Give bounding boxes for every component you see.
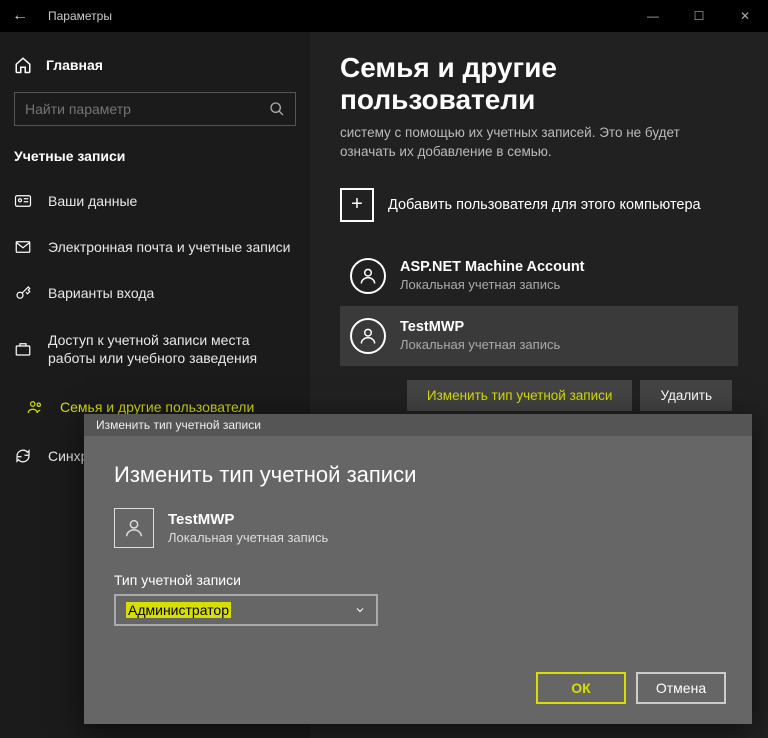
nav-label: Электронная почта и учетные записи	[48, 238, 290, 256]
dropdown-value: Администратор	[126, 602, 231, 618]
key-icon	[14, 284, 32, 302]
dialog-user-name: TestMWP	[168, 511, 328, 528]
user-row[interactable]: ASP.NET Machine Account Локальная учетна…	[340, 246, 738, 306]
change-account-type-dialog: Изменить тип учетной записи Изменить тип…	[84, 414, 752, 724]
search-icon	[269, 101, 285, 117]
dialog-user-type: Локальная учетная запись	[168, 530, 328, 545]
titlebar: ← Параметры — ☐ ✕	[0, 0, 768, 32]
user-row-selected[interactable]: TestMWP Локальная учетная запись	[340, 306, 738, 366]
user-name: TestMWP	[400, 319, 560, 335]
dialog-user-row: TestMWP Локальная учетная запись	[114, 508, 722, 548]
nav-email-accounts[interactable]: Электронная почта и учетные записи	[0, 224, 310, 270]
chevron-down-icon	[354, 604, 366, 616]
nav-your-info[interactable]: Ваши данные	[0, 178, 310, 224]
user-name: ASP.NET Machine Account	[400, 259, 585, 275]
dialog-heading: Изменить тип учетной записи	[114, 462, 722, 488]
account-type-dropdown[interactable]: Администратор	[114, 594, 378, 626]
person-icon	[123, 517, 145, 539]
person-icon	[358, 266, 378, 286]
nav-label: Доступ к учетной записи места работы или…	[48, 331, 296, 367]
nav-label: Ваши данные	[48, 192, 137, 210]
search-input[interactable]	[25, 101, 269, 117]
card-icon	[14, 192, 32, 210]
add-user-label: Добавить пользователя для этого компьюте…	[388, 197, 701, 213]
home-label: Главная	[46, 57, 103, 73]
mail-icon	[14, 238, 32, 256]
change-type-button[interactable]: Изменить тип учетной записи	[407, 380, 633, 411]
person-icon	[358, 326, 378, 346]
back-button[interactable]: ←	[0, 7, 40, 25]
window-title: Параметры	[40, 9, 630, 23]
briefcase-icon	[14, 340, 32, 358]
nav-signin-options[interactable]: Варианты входа	[0, 270, 310, 316]
ok-button[interactable]: ОК	[536, 672, 626, 704]
page-heading: Семья и другие пользователи	[340, 52, 738, 116]
maximize-button[interactable]: ☐	[676, 0, 722, 32]
search-field[interactable]	[14, 92, 296, 126]
dialog-title: Изменить тип учетной записи	[84, 414, 752, 436]
minimize-button[interactable]: —	[630, 0, 676, 32]
home-icon	[14, 56, 32, 74]
field-label: Тип учетной записи	[114, 572, 722, 588]
home-link[interactable]: Главная	[0, 50, 310, 92]
user-actions: Изменить тип учетной записи Удалить	[340, 380, 738, 411]
avatar	[350, 318, 386, 354]
plus-icon: +	[340, 188, 374, 222]
cancel-button[interactable]: Отмена	[636, 672, 726, 704]
nav-label: Варианты входа	[48, 284, 154, 302]
sync-icon	[14, 447, 32, 465]
nav-work-school[interactable]: Доступ к учетной записи места работы или…	[0, 317, 310, 381]
close-button[interactable]: ✕	[722, 0, 768, 32]
avatar	[350, 258, 386, 294]
user-type: Локальная учетная запись	[400, 337, 560, 352]
delete-button[interactable]: Удалить	[640, 380, 732, 411]
add-user-button[interactable]: + Добавить пользователя для этого компью…	[340, 188, 738, 222]
page-description: систему с помощью их учетных записей. Эт…	[340, 124, 738, 162]
user-type: Локальная учетная запись	[400, 277, 585, 292]
people-icon	[26, 398, 44, 416]
section-heading: Учетные записи	[0, 148, 310, 178]
avatar	[114, 508, 154, 548]
